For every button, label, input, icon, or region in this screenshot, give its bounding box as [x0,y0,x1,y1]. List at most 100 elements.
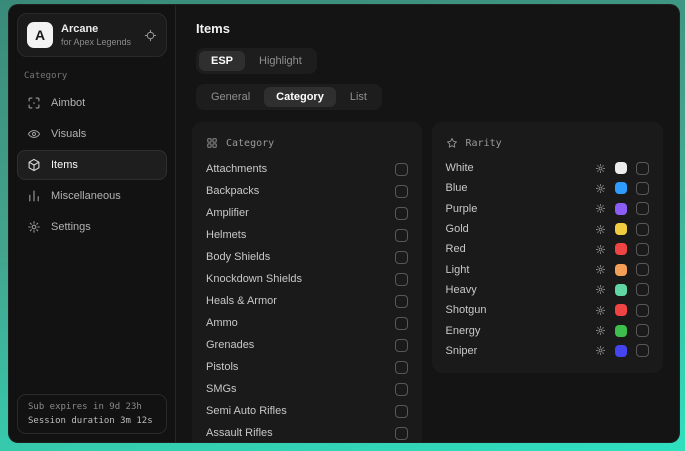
rarity-item-controls [595,304,649,317]
category-item-checkbox[interactable] [395,163,408,176]
sidebar: A Arcane for Apex Legends Category Aimbo… [9,5,176,442]
rarity-color-swatch[interactable] [615,345,627,357]
gear-icon[interactable] [595,183,606,194]
view-tabs-option-general[interactable]: General [199,87,262,107]
rarity-color-swatch[interactable] [615,284,627,296]
gear-icon[interactable] [595,284,606,295]
view-tabs-option-list[interactable]: List [338,87,379,107]
rarity-item-checkbox[interactable] [636,304,649,317]
subscription-card: Sub expires in 9d 23h Session duration 3… [17,394,167,434]
category-item-checkbox[interactable] [395,295,408,308]
category-row: Body Shields [206,246,408,268]
rarity-item-label: Energy [446,325,595,337]
gear-icon[interactable] [595,345,606,356]
gear-icon[interactable] [595,305,606,316]
rarity-item-label: Purple [446,203,595,215]
mode-toggle: ESPHighlight [196,48,317,74]
rarity-color-swatch[interactable] [615,264,627,276]
rarity-item-controls [595,182,649,195]
category-row: Helmets [206,224,408,246]
rarity-item-checkbox[interactable] [636,182,649,195]
rarity-item-controls [595,344,649,357]
panels: Category Attachments Backpacks Amplifier… [192,122,663,442]
rarity-item-label: Gold [446,223,595,235]
sidebar-item-miscellaneous[interactable]: Miscellaneous [17,181,167,211]
sidebar-item-visuals[interactable]: Visuals [17,119,167,149]
rarity-color-swatch[interactable] [615,203,627,215]
category-item-checkbox[interactable] [395,317,408,330]
rarity-row: Heavy [446,280,649,300]
sidebar-item-settings[interactable]: Settings [17,212,167,242]
rarity-row: Red [446,239,649,259]
category-item-label: Backpacks [206,185,259,197]
mode-toggle-option-esp[interactable]: ESP [199,51,245,71]
rarity-color-swatch[interactable] [615,162,627,174]
category-item-checkbox[interactable] [395,273,408,286]
category-item-label: Assault Rifles [206,427,273,439]
rarity-row: Blue [446,178,649,198]
gear-icon[interactable] [595,224,606,235]
rarity-item-label: Blue [446,182,595,194]
rarity-item-checkbox[interactable] [636,283,649,296]
category-item-label: Knockdown Shields [206,273,302,285]
gear-icon[interactable] [595,203,606,214]
bars-icon [27,189,41,203]
rarity-item-checkbox[interactable] [636,162,649,175]
rarity-color-swatch[interactable] [615,304,627,316]
rarity-row: Gold [446,219,649,239]
sidebar-item-items[interactable]: Items [17,150,167,180]
rarity-item-checkbox[interactable] [636,243,649,256]
category-item-checkbox[interactable] [395,361,408,374]
rarity-color-swatch[interactable] [615,223,627,235]
scope-icon[interactable] [144,29,157,42]
category-item-checkbox[interactable] [395,251,408,264]
category-item-checkbox[interactable] [395,339,408,352]
rarity-item-checkbox[interactable] [636,223,649,236]
sidebar-item-label: Settings [51,221,91,233]
category-row: Grenades [206,334,408,356]
category-item-checkbox[interactable] [395,427,408,440]
category-item-checkbox[interactable] [395,229,408,242]
mode-toggle-option-highlight[interactable]: Highlight [247,51,314,71]
category-item-label: Semi Auto Rifles [206,405,287,417]
rarity-item-controls [595,324,649,337]
rarity-item-checkbox[interactable] [636,324,649,337]
rarity-item-label: White [446,162,595,174]
rarity-row: Light [446,259,649,279]
rarity-item-controls [595,263,649,276]
rarity-item-checkbox[interactable] [636,344,649,357]
category-item-label: Body Shields [206,251,270,263]
rarity-item-controls [595,223,649,236]
category-item-checkbox[interactable] [395,207,408,220]
rarity-item-checkbox[interactable] [636,202,649,215]
gear-icon[interactable] [595,264,606,275]
rarity-color-swatch[interactable] [615,182,627,194]
category-row: Pistols [206,356,408,378]
rarity-item-checkbox[interactable] [636,263,649,276]
rarity-panel-title: Rarity [466,138,502,149]
view-tabs-option-category[interactable]: Category [264,87,336,107]
category-item-checkbox[interactable] [395,405,408,418]
category-row: Semi Auto Rifles [206,400,408,422]
star-icon [446,137,458,149]
category-row: Knockdown Shields [206,268,408,290]
rarity-panel: Rarity White Blue [432,122,663,373]
session-duration-text: Session duration 3m 12s [28,416,156,426]
rarity-row: Sniper [446,341,649,361]
sidebar-item-aimbot[interactable]: Aimbot [17,88,167,118]
gear-icon [27,220,41,234]
gear-icon[interactable] [595,244,606,255]
category-item-checkbox[interactable] [395,383,408,396]
rarity-item-controls [595,202,649,215]
rarity-item-label: Light [446,264,595,276]
rarity-row: Purple [446,199,649,219]
rarity-item-controls [595,243,649,256]
category-row: Heals & Armor [206,290,408,312]
page-title: Items [196,21,659,36]
rarity-color-swatch[interactable] [615,325,627,337]
gear-icon[interactable] [595,325,606,336]
gear-icon[interactable] [595,163,606,174]
category-item-label: Pistols [206,361,238,373]
rarity-color-swatch[interactable] [615,243,627,255]
category-item-checkbox[interactable] [395,185,408,198]
